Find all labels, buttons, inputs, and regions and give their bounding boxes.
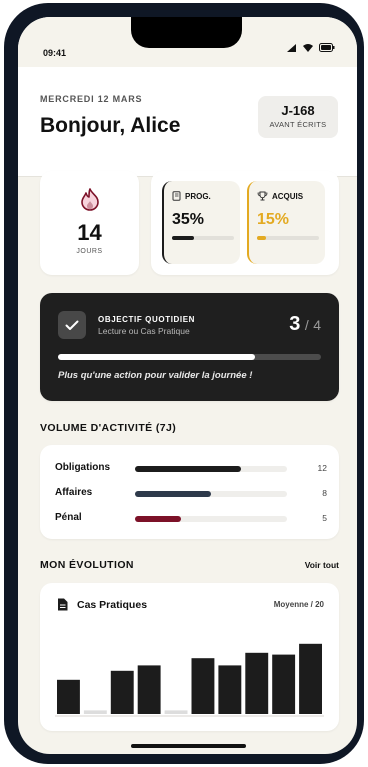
activity-label: Affaires	[55, 487, 93, 498]
chart-bar	[137, 665, 161, 714]
goal-title: OBJECTIF QUOTIDIEN	[98, 315, 196, 324]
current-date: MERCREDI 12 MARS	[40, 94, 143, 104]
activity-value: 12	[317, 463, 327, 473]
activity-fill	[135, 516, 181, 522]
page-header: MERCREDI 12 MARS Bonjour, Alice J-168 AV…	[18, 67, 357, 177]
check-icon	[58, 311, 86, 339]
acquired-value: 15%	[257, 211, 290, 228]
phone-frame: 09:41 MERCREDI 12 MARS Bonjour, Alice J-…	[4, 3, 364, 764]
goal-separator: /	[304, 317, 309, 333]
chart-bar	[218, 665, 242, 714]
progress-label: PROG.	[185, 191, 211, 201]
goal-done: 3	[289, 313, 301, 335]
signal-icon	[287, 43, 296, 52]
stats-card: PROG. 35% ACQUIS 15%	[151, 171, 339, 275]
acquired-label: ACQUIS	[272, 191, 304, 201]
activity-row[interactable]: Obligations 12	[55, 462, 327, 476]
chart-bar	[191, 658, 215, 714]
acquired-track	[257, 236, 319, 240]
trophy-icon	[257, 191, 268, 201]
camera-notch	[131, 17, 242, 48]
countdown-value: J-168	[281, 103, 315, 118]
flame-icon	[40, 187, 139, 216]
chart-bar	[245, 652, 269, 714]
streak-label: JOURS	[76, 248, 103, 255]
goal-message: Plus qu'une action pour valider la journ…	[58, 370, 253, 381]
streak-card[interactable]: 14 JOURS	[40, 171, 139, 275]
activity-track	[135, 466, 287, 472]
chart-bar	[272, 654, 296, 714]
battery-icon	[319, 43, 335, 52]
activity-row[interactable]: Affaires 8	[55, 487, 327, 501]
chart-bar	[164, 710, 188, 714]
goal-counter: 3 / 4	[289, 313, 321, 336]
wifi-icon	[303, 43, 313, 52]
streak-value: 14	[77, 220, 102, 245]
home-indicator[interactable]	[131, 744, 246, 748]
evolution-bar-chart	[55, 643, 324, 717]
acquired-stat[interactable]: ACQUIS 15%	[247, 181, 325, 264]
activity-card: Obligations 12 Affaires 8 Pénal 5	[40, 445, 339, 539]
progress-fill	[172, 236, 194, 240]
activity-fill	[135, 491, 211, 497]
acquired-fill	[257, 236, 267, 240]
activity-value: 8	[322, 488, 327, 498]
activity-row[interactable]: Pénal 5	[55, 512, 327, 526]
activity-track	[135, 516, 287, 522]
status-time: 09:41	[43, 48, 67, 58]
activity-value: 5	[322, 513, 327, 523]
exam-countdown-badge[interactable]: J-168 AVANT ÉCRITS	[258, 96, 338, 138]
progress-track	[172, 236, 234, 240]
progress-value: 35%	[172, 211, 205, 228]
activity-section-title: VOLUME D'ACTIVITÉ (7J)	[40, 422, 177, 434]
greeting-title: Bonjour, Alice	[40, 114, 181, 137]
evolution-section-title: MON ÉVOLUTION	[40, 559, 134, 571]
chart-bar	[83, 710, 107, 714]
daily-goal-card[interactable]: OBJECTIF QUOTIDIEN Lecture ou Cas Pratiq…	[40, 293, 339, 401]
activity-label: Pénal	[55, 512, 82, 523]
goal-subtitle: Lecture ou Cas Pratique	[98, 326, 190, 336]
chart-bar	[299, 643, 322, 714]
activity-fill	[135, 466, 242, 472]
book-icon	[172, 191, 181, 201]
app-screen: 09:41 MERCREDI 12 MARS Bonjour, Alice J-…	[18, 17, 357, 754]
countdown-label: AVANT ÉCRITS	[269, 120, 327, 129]
evolution-card[interactable]: Cas Pratiques Moyenne / 20	[40, 583, 339, 731]
chart-bar	[57, 679, 80, 714]
status-icons	[287, 43, 335, 52]
activity-track	[135, 491, 287, 497]
activity-label: Obligations	[55, 462, 110, 473]
goal-progress-fill	[58, 354, 256, 360]
chart-bar	[110, 670, 134, 714]
goal-progress-track	[58, 354, 321, 360]
goal-total: 4	[313, 317, 321, 333]
progress-stat[interactable]: PROG. 35%	[162, 181, 240, 264]
see-all-link[interactable]: Voir tout	[305, 560, 339, 570]
